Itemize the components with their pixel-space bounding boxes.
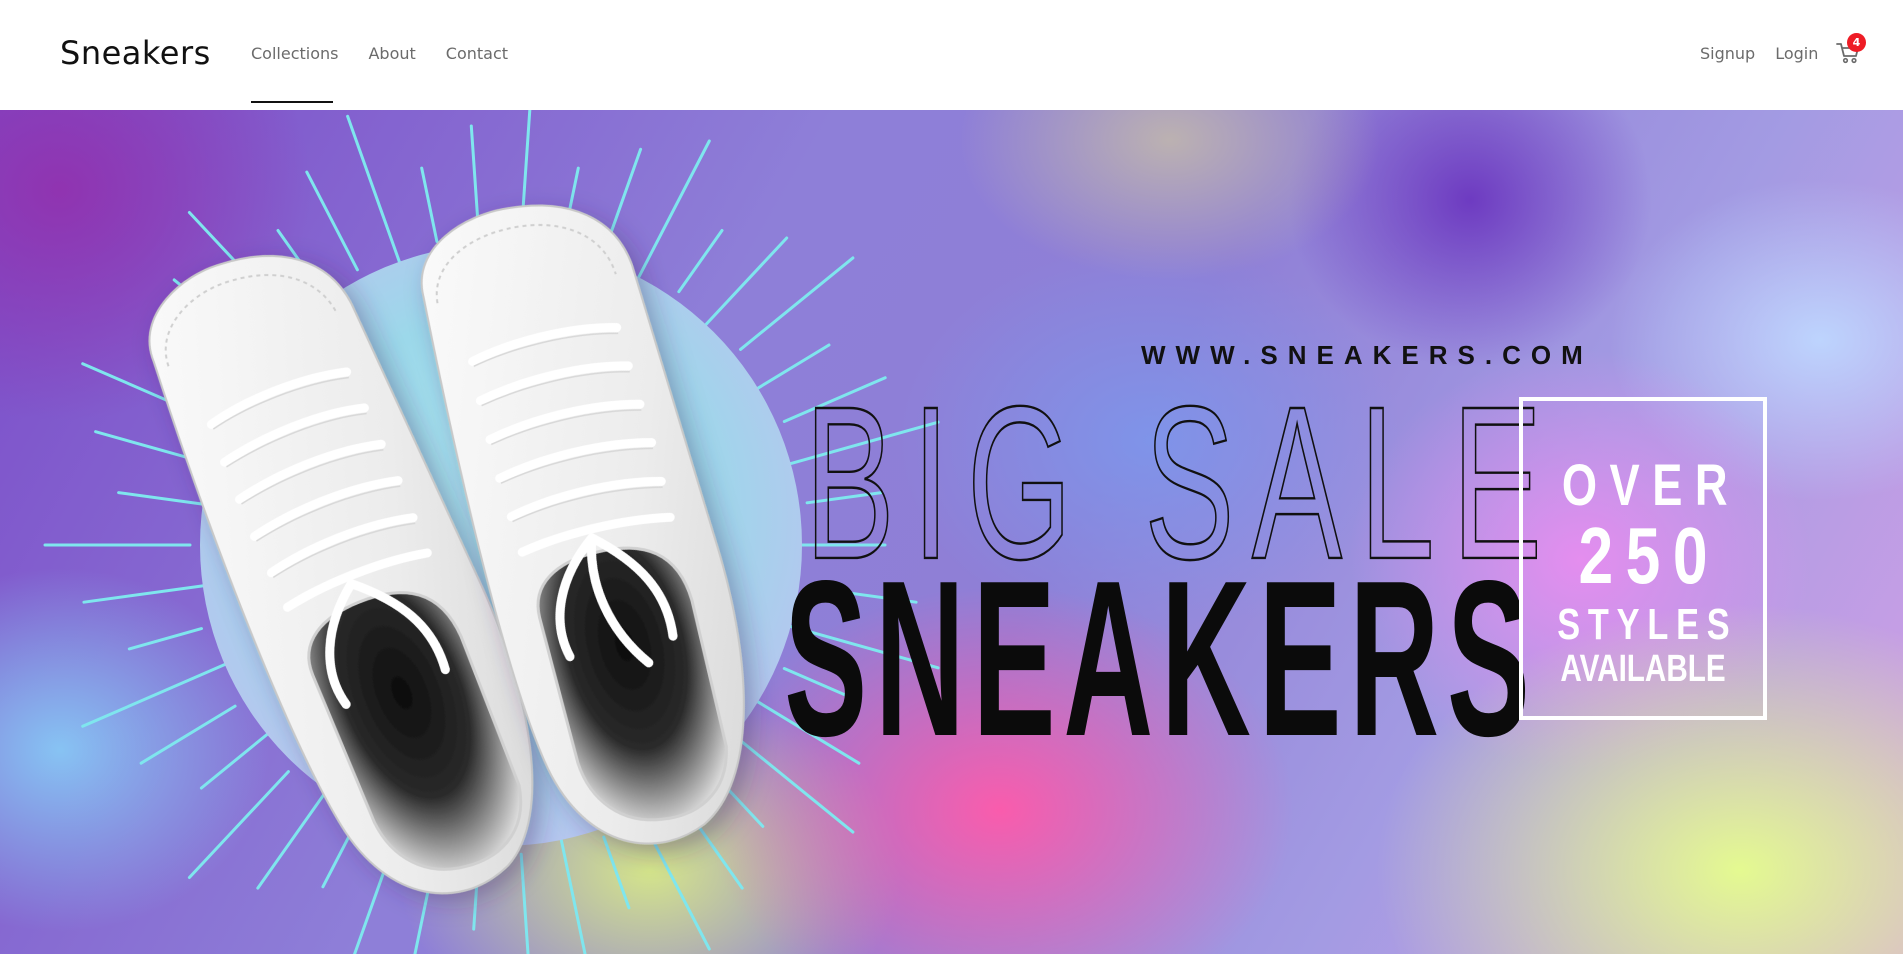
nav-link-collections[interactable]: Collections — [251, 44, 338, 63]
headline-solid-text: SNEAKERS — [784, 535, 1537, 783]
hero-banner: WWW.SNEAKERS.COM BIG SALE SNEAKERS OVER … — [0, 110, 1903, 954]
nav-link-about[interactable]: About — [368, 44, 415, 63]
nav-link-contact[interactable]: Contact — [446, 44, 508, 63]
account-nav: Signup Login — [1700, 44, 1818, 63]
promo-over-text: OVER — [1561, 453, 1741, 518]
promo-styles-text: STYLES — [1557, 600, 1738, 649]
cart-count-badge: 4 — [1847, 33, 1866, 52]
promo-box: OVER 250 STYLES AVAILABLE — [1519, 397, 1767, 720]
login-link[interactable]: Login — [1775, 44, 1818, 63]
nav-item-collections: Collections — [251, 44, 338, 103]
promo-count-text: 250 — [1578, 511, 1721, 600]
nav-item-contact: Contact — [446, 44, 508, 63]
nav-item-about: About — [368, 44, 415, 63]
site-header: Sneakers Collections About Contact Signu… — [0, 0, 1903, 110]
active-nav-indicator — [251, 101, 333, 103]
main-nav: Collections About Contact — [251, 44, 508, 103]
signup-link[interactable]: Signup — [1700, 44, 1755, 63]
brand-logo[interactable]: Sneakers — [60, 34, 211, 72]
promo-available-text: AVAILABLE — [1560, 648, 1726, 690]
